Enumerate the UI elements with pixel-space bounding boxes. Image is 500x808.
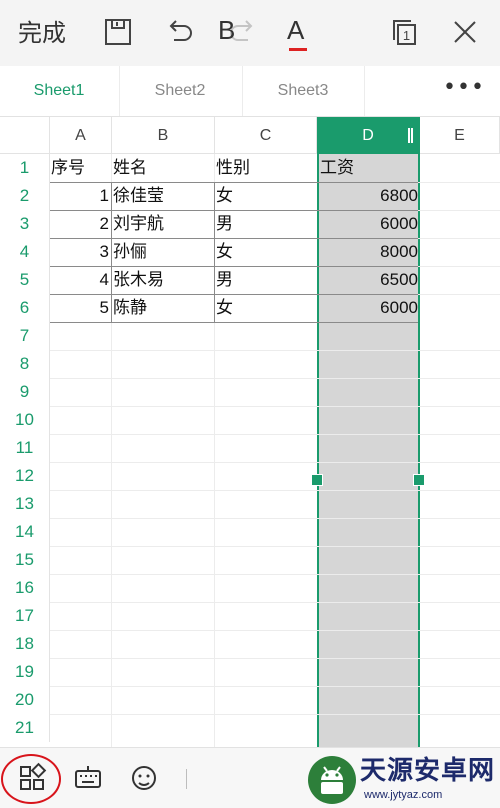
selection-handle-right[interactable] [413, 474, 425, 486]
row-header[interactable]: 7 [0, 322, 50, 350]
grid-line [50, 434, 500, 435]
row-header[interactable]: 17 [0, 602, 50, 630]
cell-b1[interactable]: 姓名 [113, 154, 213, 182]
cell-b3[interactable]: 刘宇航 [113, 210, 213, 238]
cell-b5[interactable]: 张木易 [113, 266, 213, 294]
font-color-button[interactable]: A [287, 14, 309, 50]
watermark-url: www.jytyaz.com [364, 789, 443, 801]
column-header-b[interactable]: B [112, 117, 215, 154]
keyboard-icon[interactable] [72, 762, 104, 794]
row-header[interactable]: 1 [0, 154, 50, 182]
spreadsheet-grid[interactable]: A B C D E 1 2 3 4 5 6 7 8 9 10 11 12 13 [0, 117, 500, 747]
save-icon[interactable] [102, 16, 134, 48]
annotation-circle [1, 754, 61, 804]
column-header-e[interactable]: E [420, 117, 500, 154]
undo-icon[interactable] [164, 16, 196, 48]
bold-button[interactable]: B [218, 14, 235, 46]
row-header[interactable]: 5 [0, 266, 50, 294]
cell-b4[interactable]: 孙俪 [113, 238, 213, 266]
tab-sheet3[interactable]: Sheet3 [243, 66, 363, 116]
table-border [50, 322, 418, 323]
cell-c3[interactable]: 男 [216, 210, 316, 238]
grid-line [50, 602, 500, 603]
cell-d3[interactable]: 6000 [320, 210, 418, 238]
cell-a3[interactable]: 2 [51, 210, 109, 238]
cell-b6[interactable]: 陈静 [113, 294, 213, 322]
cell-c4[interactable]: 女 [216, 238, 316, 266]
tab-divider [364, 66, 365, 116]
cell-a1[interactable]: 序号 [51, 154, 111, 182]
window-count-text: 1 [403, 28, 410, 43]
row-header[interactable]: 6 [0, 294, 50, 322]
close-icon[interactable] [449, 16, 481, 48]
row-header[interactable]: 14 [0, 518, 50, 546]
face-icon[interactable] [128, 762, 160, 794]
top-toolbar: 完成 1 [0, 0, 500, 67]
cell-d1[interactable]: 工资 [320, 154, 418, 182]
grid-line [50, 630, 500, 631]
column-header-a[interactable]: A [50, 117, 112, 154]
row-header[interactable]: 15 [0, 546, 50, 574]
select-all-corner[interactable] [0, 117, 50, 154]
grid-line [50, 658, 500, 659]
cell-a2[interactable]: 1 [51, 182, 109, 210]
grid-line [50, 546, 500, 547]
watermark-name: 天源安卓网 [360, 756, 496, 786]
row-header[interactable]: 10 [0, 406, 50, 434]
row-header[interactable]: 19 [0, 658, 50, 686]
selection-handle-left[interactable] [311, 474, 323, 486]
grid-line [50, 686, 500, 687]
cell-c1[interactable]: 性别 [216, 154, 316, 182]
cell-d4[interactable]: 8000 [320, 238, 418, 266]
column-header-d[interactable]: D [317, 117, 420, 154]
font-color-swatch [289, 48, 307, 51]
grid-line [50, 406, 500, 407]
toolbar-divider [186, 769, 187, 789]
android-logo-icon [308, 756, 356, 804]
table-border [111, 182, 112, 322]
cell-c6[interactable]: 女 [216, 294, 316, 322]
grid-line [50, 518, 500, 519]
cell-a5[interactable]: 4 [51, 266, 109, 294]
row-header[interactable]: 3 [0, 210, 50, 238]
grid-line [50, 714, 500, 715]
row-header[interactable]: 9 [0, 378, 50, 406]
tab-sheet2[interactable]: Sheet2 [120, 66, 240, 116]
row-header[interactable]: 4 [0, 238, 50, 266]
row-header[interactable]: 12 [0, 462, 50, 490]
row-header[interactable]: 11 [0, 434, 50, 462]
row-header[interactable]: 13 [0, 490, 50, 518]
cell-c2[interactable]: 女 [216, 182, 316, 210]
cell-a4[interactable]: 3 [51, 238, 109, 266]
site-watermark: 天源安卓网 www.jytyaz.com [308, 752, 500, 807]
grid-line [50, 490, 500, 491]
row-header[interactable]: 16 [0, 574, 50, 602]
cell-d5[interactable]: 6500 [320, 266, 418, 294]
column-resize-handle[interactable] [408, 128, 413, 143]
done-button[interactable]: 完成 [18, 18, 66, 48]
row-header[interactable]: 2 [0, 182, 50, 210]
window-count-icon[interactable]: 1 [388, 16, 420, 48]
more-tabs-button[interactable]: ••• [428, 66, 500, 116]
row-header[interactable]: 18 [0, 630, 50, 658]
column-header-d-label: D [362, 127, 374, 144]
row-header[interactable]: 21 [0, 714, 50, 742]
column-header-c[interactable]: C [215, 117, 317, 154]
cell-d6[interactable]: 6000 [320, 294, 418, 322]
sheet-tabs: Sheet1 Sheet2 Sheet3 ••• [0, 66, 500, 117]
cell-d2[interactable]: 6800 [320, 182, 418, 210]
row-header[interactable]: 8 [0, 350, 50, 378]
grid-line [50, 462, 500, 463]
table-border [214, 182, 215, 322]
grid-line [50, 574, 500, 575]
cell-b2[interactable]: 徐佳莹 [113, 182, 213, 210]
cell-c5[interactable]: 男 [216, 266, 316, 294]
tab-sheet1[interactable]: Sheet1 [0, 66, 118, 116]
grid-line [50, 350, 500, 351]
grid-line [50, 378, 500, 379]
cell-a6[interactable]: 5 [51, 294, 109, 322]
row-header[interactable]: 20 [0, 686, 50, 714]
